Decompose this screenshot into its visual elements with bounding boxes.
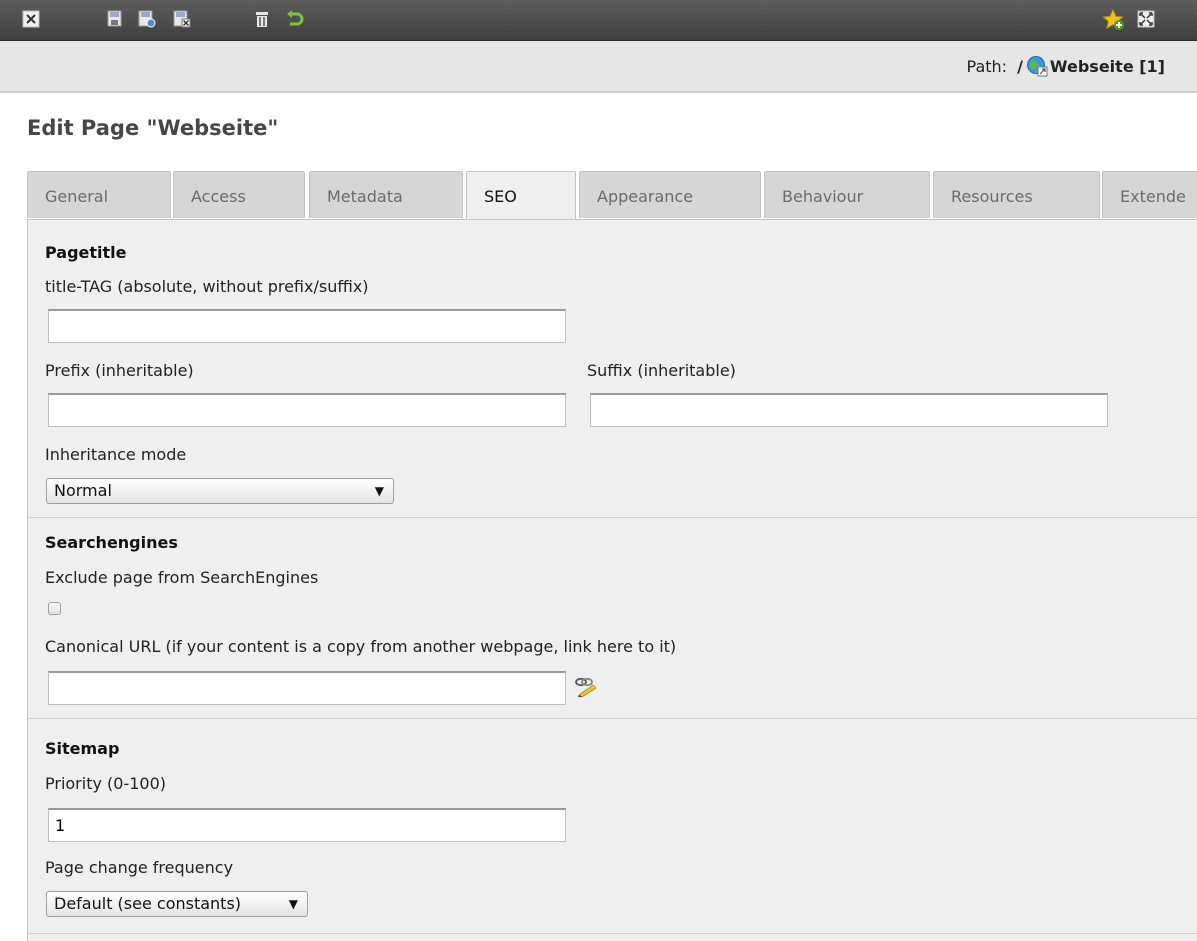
inheritance-mode-select[interactable]: Normal ▼ (46, 478, 394, 504)
bookmark-add-icon[interactable] (1102, 8, 1124, 30)
exclude-searchengines-label: Exclude page from SearchEngines (45, 568, 319, 587)
sitemap-heading: Sitemap (45, 739, 120, 758)
breadcrumb: Path: / Webseite [1] (967, 55, 1165, 77)
title-tag-label: title-TAG (absolute, without prefix/suff… (45, 277, 369, 296)
change-frequency-select[interactable]: Default (see constants) ▼ (46, 891, 308, 917)
globe-page-icon[interactable] (1026, 55, 1048, 77)
save-view-icon[interactable] (137, 9, 157, 29)
close-icon[interactable] (22, 10, 40, 28)
page-title: Edit Page "Webseite" (27, 116, 279, 140)
dropdown-arrow-icon: ▼ (374, 484, 384, 498)
tab-resources[interactable]: Resources (933, 171, 1100, 218)
section-divider (28, 933, 1197, 934)
fullscreen-icon[interactable] (1137, 10, 1157, 30)
tab-metadata[interactable]: Metadata (309, 171, 463, 218)
save-close-icon[interactable] (172, 9, 192, 29)
tab-general[interactable]: General (27, 171, 171, 218)
exclude-searchengines-checkbox[interactable] (48, 602, 61, 615)
priority-label: Priority (0-100) (45, 774, 167, 793)
inheritance-mode-value: Normal (54, 481, 112, 500)
prefix-label: Prefix (inheritable) (45, 361, 194, 380)
change-frequency-value: Default (see constants) (54, 894, 242, 913)
path-site-link[interactable]: Webseite [1] (1050, 57, 1165, 76)
delete-icon[interactable] (252, 9, 272, 29)
suffix-input[interactable] (590, 393, 1108, 427)
path-separator: / (1017, 56, 1023, 76)
priority-input[interactable] (48, 808, 566, 842)
section-divider (28, 718, 1197, 719)
inheritance-mode-label: Inheritance mode (45, 445, 187, 464)
change-frequency-label: Page change frequency (45, 858, 234, 877)
tab-bar: General Access Metadata SEO Appearance B… (27, 171, 1197, 219)
canonical-url-label: Canonical URL (if your content is a copy… (45, 637, 677, 656)
seo-tab-panel: Pagetitle title-TAG (absolute, without p… (27, 219, 1197, 941)
tab-behaviour[interactable]: Behaviour (764, 171, 930, 218)
link-wizard-icon[interactable] (573, 676, 599, 698)
tab-extended[interactable]: Extende (1102, 171, 1197, 218)
tab-appearance[interactable]: Appearance (579, 171, 761, 218)
path-label: Path: (966, 56, 1008, 76)
canonical-url-input[interactable] (48, 671, 566, 705)
dropdown-arrow-icon: ▼ (288, 897, 298, 911)
tab-access[interactable]: Access (173, 171, 305, 218)
save-icon[interactable] (105, 9, 125, 29)
tab-seo[interactable]: SEO (466, 171, 576, 219)
undo-icon[interactable] (285, 9, 305, 29)
section-divider (28, 517, 1197, 518)
pagetitle-heading: Pagetitle (45, 243, 127, 262)
suffix-label: Suffix (inheritable) (587, 361, 736, 380)
prefix-input[interactable] (48, 393, 566, 427)
path-bar: Path: / Webseite [1] (0, 41, 1197, 93)
title-tag-input[interactable] (48, 309, 566, 343)
doc-header-toolbar (0, 0, 1197, 41)
searchengines-heading: Searchengines (45, 533, 178, 552)
